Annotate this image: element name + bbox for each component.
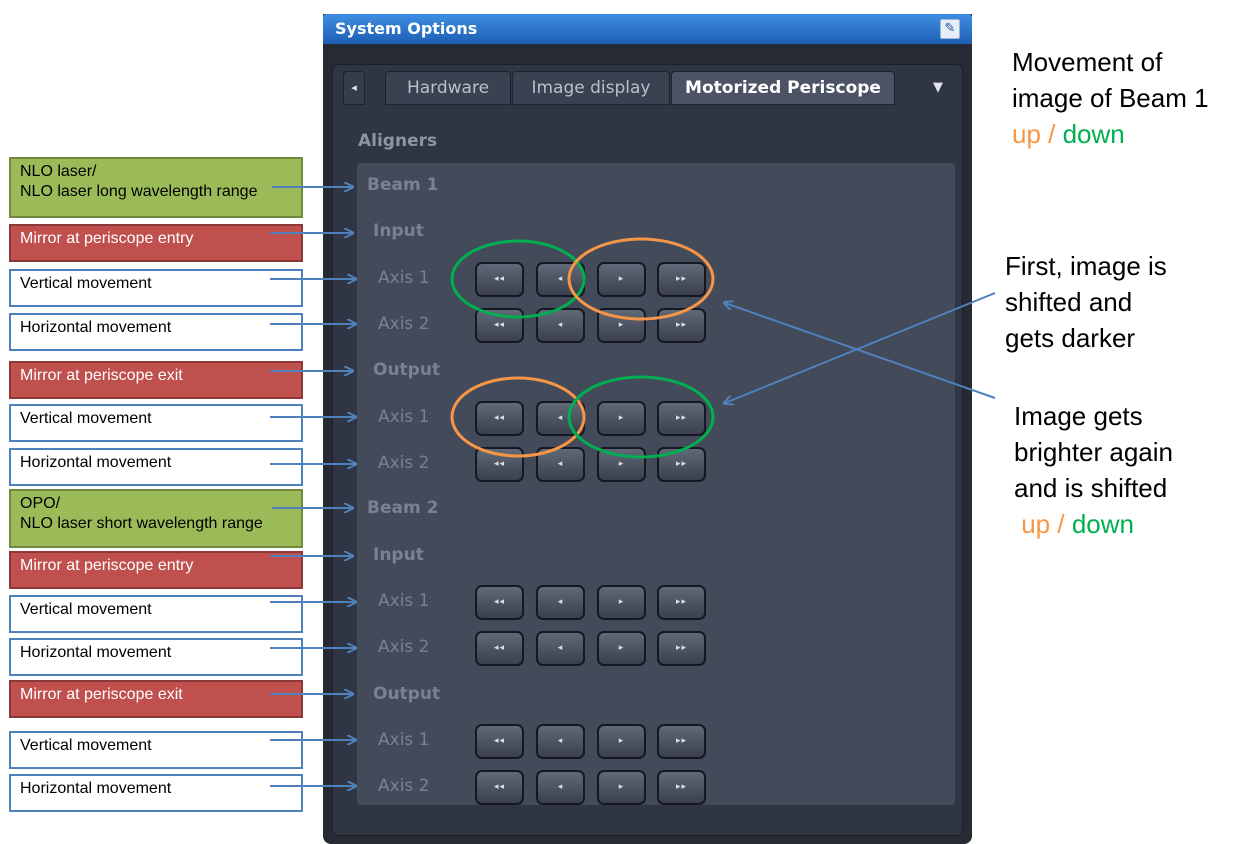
circle-orange-2 bbox=[450, 376, 586, 458]
circle-green-1 bbox=[450, 239, 586, 319]
circle-green-2 bbox=[567, 375, 715, 459]
arrow-brighter-note bbox=[725, 303, 996, 399]
arrow-first-note bbox=[725, 292, 996, 403]
annotation-overlay bbox=[270, 0, 996, 844]
circle-orange-1 bbox=[567, 237, 715, 321]
